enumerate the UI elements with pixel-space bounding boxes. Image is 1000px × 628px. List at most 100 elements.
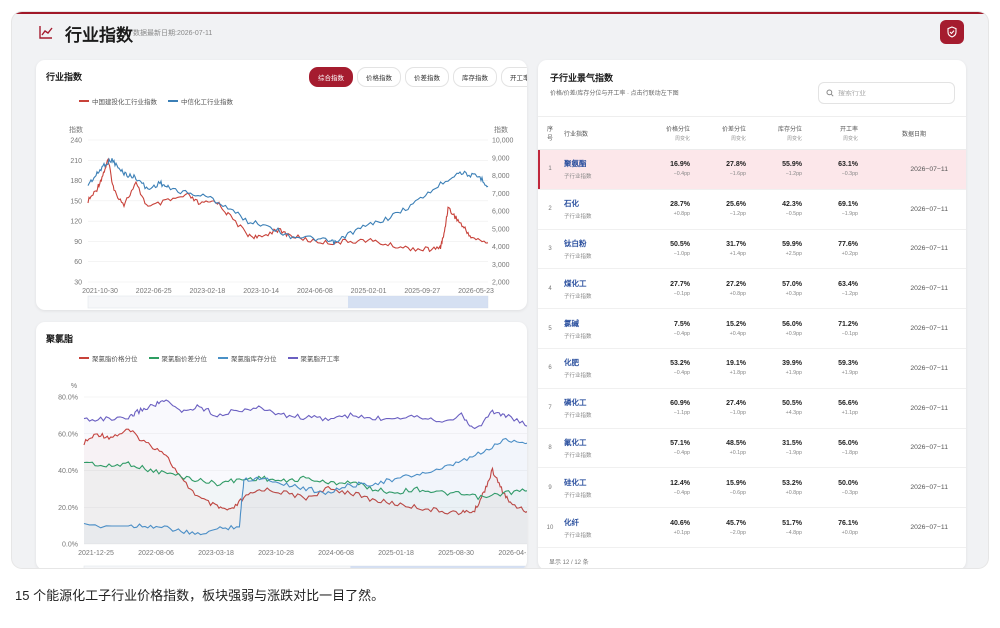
y-right-tick-label: 6,000 <box>492 209 510 216</box>
table-footer: 显示 12 / 12 条 <box>549 560 589 566</box>
table-row[interactable]: 3 钛白粉 子行业指数 50.5% −1.0pp 31.7% +1.4pp 59.9% +2.5… <box>538 230 966 270</box>
cell-price: 60.9% −1.1pp <box>642 400 698 416</box>
table-row[interactable]: 4 煤化工 子行业指数 27.7% −0.1pp 27.2% +0.8pp 57.0% +0.3… <box>538 269 966 310</box>
value-price: 16.9% <box>670 161 690 169</box>
table-row[interactable]: 6 化肥 子行业指数 53.2% −0.4pp 19.1% +1.8pp 39.9% +1.9p… <box>538 349 966 389</box>
change-stock: −1.2pp <box>785 171 802 178</box>
industry-sub-label: 子行业指数 <box>564 532 592 539</box>
table-row[interactable]: 5 氯碱 子行业指数 7.5% −0.4pp 15.2% +0.4pp 56.0% +0.9pp… <box>538 309 966 349</box>
change-rate: −1.2pp <box>841 290 858 297</box>
cell-spread: 25.6% −1.2pp <box>698 201 754 217</box>
table-row[interactable]: 10 化纤 子行业指数 40.6% +0.1pp 45.7% −2.0pp 51.7% −4.8… <box>538 508 966 548</box>
industry-name-link[interactable]: 煤化工 <box>564 278 642 289</box>
col-spread[interactable]: 价差分位 周变化 <box>698 124 754 142</box>
y-right-axis-label: 指数 <box>494 125 508 134</box>
y-tick-label: 40.0% <box>58 468 78 475</box>
x-tick-label: 2024-06-08 <box>297 288 333 295</box>
col-name: 行业指数 <box>564 131 589 138</box>
value-price: 53.2% <box>670 360 690 368</box>
change-spread: +0.4pp <box>729 330 746 337</box>
change-stock: +4.3pp <box>785 410 802 417</box>
value-stock: 31.5% <box>782 439 802 447</box>
change-rate: +0.0pp <box>841 529 858 536</box>
table-row[interactable]: 2 石化 子行业指数 28.7% +0.8pp 25.6% −1.2pp 42.3% −0.5p… <box>538 190 966 230</box>
change-rate: −1.8pp <box>841 449 858 456</box>
value-spread: 45.7% <box>726 519 746 527</box>
table-row[interactable]: 9 硅化工 子行业指数 12.4% −0.4pp 15.9% −0.6pp 53.2% +0.8… <box>538 468 966 509</box>
change-price: +0.8pp <box>673 211 690 218</box>
cell-date: 2026−07−11 <box>910 364 948 372</box>
row-index: 6 <box>548 365 552 372</box>
value-rate: 56.6% <box>838 400 858 408</box>
x-tick-label: 2021-12-25 <box>78 550 114 557</box>
table-header: 序号 行业指数 价格分位 周变化 价差分位 周变化 库存分位 周变化 开工率 周变化 数… <box>538 116 966 150</box>
sub-industry-table: 序号 行业指数 价格分位 周变化 价差分位 周变化 库存分位 周变化 开工率 周变化 数… <box>538 116 966 548</box>
shield-button[interactable] <box>940 20 964 44</box>
y-tick-label: 60 <box>74 259 82 266</box>
series-line <box>87 157 489 253</box>
change-spread: +1.8pp <box>729 370 746 377</box>
y-tick-label: 60.0% <box>58 431 78 438</box>
industry-name-link[interactable]: 氯碱 <box>564 318 642 329</box>
y-axis-label: % <box>71 383 77 390</box>
row-index: 1 <box>548 166 552 173</box>
search-box[interactable] <box>818 82 955 104</box>
x-tick-label: 2025-08-30 <box>438 550 474 557</box>
change-stock: −1.9pp <box>785 449 802 456</box>
value-stock: 56.0% <box>782 320 802 328</box>
cell-rate: 71.2% −0.1pp <box>810 321 866 337</box>
y-right-tick-label: 10,000 <box>492 138 514 145</box>
industry-name-link[interactable]: 钛白粉 <box>564 238 642 249</box>
cell-stock: 50.5% +4.3pp <box>754 400 810 416</box>
card-subtitle: 价格/价差/库存分位与开工率 · 点击行联动左下图 <box>550 91 679 97</box>
value-rate: 63.1% <box>838 161 858 169</box>
change-rate: −0.3pp <box>841 489 858 496</box>
value-spread: 48.5% <box>726 439 746 447</box>
x-tick-label: 2026-04-11 <box>498 550 527 557</box>
table-row[interactable]: 1 聚氨酯 子行业指数 16.9% −0.4pp 27.8% −1.6pp 55.9% −1.2… <box>538 150 966 190</box>
search-icon <box>826 89 834 97</box>
cell-stock: 57.0% +0.3pp <box>754 281 810 297</box>
cell-date: 2026−07−11 <box>910 285 948 293</box>
value-price: 50.5% <box>670 240 690 248</box>
industry-name-link[interactable]: 化纤 <box>564 517 642 528</box>
industry-name-link[interactable]: 聚氨酯 <box>564 158 642 169</box>
change-rate: −1.9pp <box>841 211 858 218</box>
industry-name-link[interactable]: 磷化工 <box>564 397 642 408</box>
cell-stock: 42.3% −0.5pp <box>754 201 810 217</box>
industry-sub-label: 子行业指数 <box>564 214 592 221</box>
zoom-slider-window[interactable] <box>350 566 527 568</box>
value-rate: 50.0% <box>838 479 858 487</box>
zoom-slider-window[interactable] <box>348 296 488 308</box>
col-stock[interactable]: 库存分位 周变化 <box>754 124 810 142</box>
x-tick-label: 2026-05-23 <box>458 288 494 295</box>
col-price[interactable]: 价格分位 周变化 <box>642 124 698 142</box>
table-row[interactable]: 8 氟化工 子行业指数 57.1% −0.4pp 48.5% +0.1pp 31.5% −1.9… <box>538 429 966 469</box>
row-name-cell: 煤化工 子行业指数 <box>562 278 642 300</box>
y-right-tick-label: 3,000 <box>492 262 510 269</box>
cell-date: 2026−07−11 <box>910 404 948 412</box>
industry-name-link[interactable]: 氟化工 <box>564 437 642 448</box>
row-index: 5 <box>548 325 552 332</box>
row-index: 8 <box>548 444 552 451</box>
industry-name-link[interactable]: 化肥 <box>564 357 642 368</box>
y-tick-label: 20.0% <box>58 505 78 512</box>
y-right-tick-label: 7,000 <box>492 191 510 198</box>
value-price: 60.9% <box>670 400 690 408</box>
cell-price: 53.2% −0.4pp <box>642 360 698 376</box>
col-rate[interactable]: 开工率 周变化 <box>810 124 866 142</box>
industry-sub-label: 子行业指数 <box>564 174 592 181</box>
change-spread: −1.6pp <box>729 171 746 178</box>
value-price: 12.4% <box>670 479 690 487</box>
industry-name-link[interactable]: 石化 <box>564 198 642 209</box>
cell-rate: 50.0% −0.3pp <box>810 480 866 496</box>
cell-stock: 55.9% −1.2pp <box>754 161 810 177</box>
search-input[interactable] <box>838 89 948 97</box>
industry-name-link[interactable]: 硅化工 <box>564 477 642 488</box>
table-row[interactable]: 7 磷化工 子行业指数 60.9% −1.1pp 27.4% −1.0pp 50.5% +4.3… <box>538 389 966 429</box>
y-tick-label: 150 <box>70 198 82 205</box>
change-rate: +1.1pp <box>841 410 858 417</box>
cell-price: 27.7% −0.1pp <box>642 281 698 297</box>
y-tick-label: 210 <box>70 158 82 165</box>
row-index: 9 <box>548 484 552 491</box>
